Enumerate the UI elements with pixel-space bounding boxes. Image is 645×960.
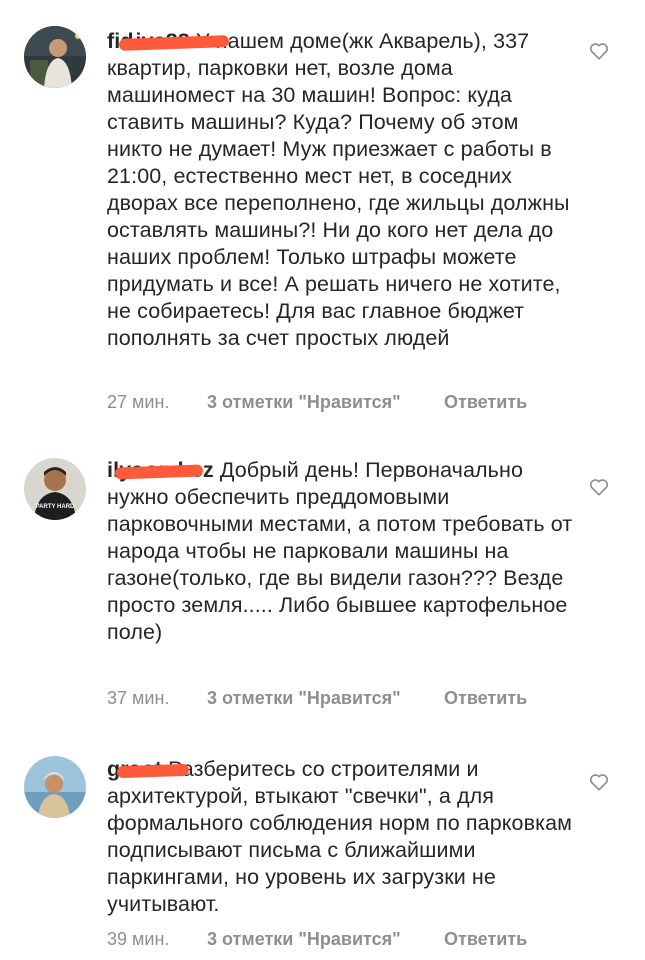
heart-outline-icon	[589, 774, 609, 791]
avatar-image: PARTY HARD	[24, 458, 86, 520]
avatar[interactable]: PARTY HARD	[24, 458, 86, 520]
comment-body: fid iva88 У нашем доме(жк Акварель), 337…	[107, 28, 577, 352]
comment-text: Разберитесь со строителями и архитектуро…	[107, 757, 573, 916]
like-button[interactable]	[588, 40, 610, 62]
avatar-badge-text: PARTY HARD	[36, 504, 75, 510]
avatar-image	[24, 26, 86, 88]
comment-text: Добрый день! Первоначально нужно обеспеч…	[107, 458, 573, 644]
redaction-mark	[116, 763, 190, 779]
avatar-image	[24, 756, 86, 818]
reply-button[interactable]: Ответить	[444, 929, 527, 950]
comment-time: 39 мин.	[107, 929, 170, 949]
heart-outline-icon	[589, 479, 609, 496]
likes-count-link[interactable]: 3 отметки "Нравится"	[207, 929, 444, 950]
comment-time: 27 мин.	[107, 392, 170, 412]
avatar[interactable]	[24, 756, 86, 818]
comment-meta: 27 мин. 3 отметки "Нравится" Ответить	[107, 392, 527, 413]
comment-time: 37 мин.	[107, 688, 170, 708]
likes-count-link[interactable]: 3 отметки "Нравится"	[207, 688, 444, 709]
username[interactable]: ilya ombez	[107, 458, 214, 482]
username[interactable]: gra st	[107, 757, 190, 781]
comment-text: У нашем доме(жк Акварель), 337 квартир, …	[107, 29, 570, 350]
comment-body: ilya ombez Добрый день! Первоначально ну…	[107, 457, 577, 646]
reply-button[interactable]: Ответить	[444, 392, 527, 413]
likes-count-link[interactable]: 3 отметки "Нравится"	[207, 392, 444, 413]
comment-meta: 37 мин. 3 отметки "Нравится" Ответить	[107, 688, 527, 709]
heart-outline-icon	[589, 43, 609, 60]
comment-meta: 39 мин. 3 отметки "Нравится" Ответить	[107, 929, 527, 950]
username[interactable]: fid iva88	[107, 29, 230, 53]
comment-body: gra st Разберитесь со строителями и архи…	[107, 756, 577, 918]
like-button[interactable]	[588, 771, 610, 793]
reply-button[interactable]: Ответить	[444, 688, 527, 709]
avatar[interactable]	[24, 26, 86, 88]
like-button[interactable]	[588, 476, 610, 498]
